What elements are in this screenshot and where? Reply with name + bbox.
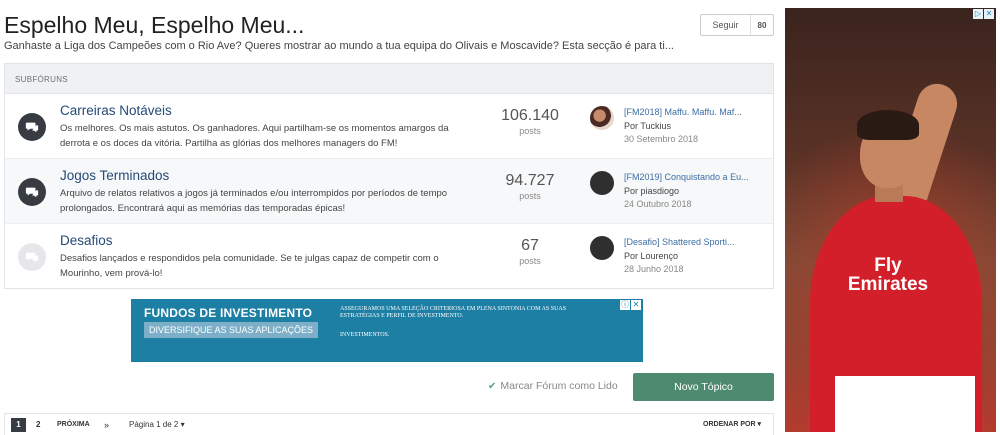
last-page-button[interactable]: »	[104, 418, 109, 432]
ad-info-icon[interactable]: ▷	[973, 9, 983, 19]
player-hair	[857, 110, 919, 140]
ad-text-secondary: INVESTIMENTOS.	[340, 332, 390, 338]
post-count: 106.140 posts	[480, 107, 580, 136]
jersey-sponsor: Fly Emirates	[847, 255, 929, 295]
subforum-row: Desafios Desafios lançados e respondidos…	[5, 224, 773, 289]
ad-choices[interactable]: ⓘ ✕	[620, 300, 641, 310]
last-post: [FM2018] Maffu. Maffu. Maf... Por Tuckiu…	[624, 106, 764, 147]
last-post: [FM2019] Conquistando a Eu... Por piasdi…	[624, 171, 764, 212]
mark-read-label: Marcar Fórum como Lido	[500, 380, 618, 392]
follow-label: Seguir	[701, 15, 751, 35]
last-post-title[interactable]: [FM2019] Conquistando a Eu...	[624, 171, 764, 185]
next-page-button[interactable]: PRÓXIMA	[57, 418, 90, 432]
ad-info-icon[interactable]: ⓘ	[620, 300, 630, 310]
sidebar-ad[interactable]: Fly Emirates ▷ ✕	[785, 8, 996, 432]
subforum-description: Os melhores. Os mais astutos. Os ganhado…	[60, 123, 449, 149]
ad-title: FUNDOS DE INVESTIMENTO	[144, 306, 313, 320]
chat-bubble-icon[interactable]	[18, 113, 46, 141]
post-count-number: 94.727	[505, 172, 555, 189]
post-count-unit: posts	[519, 256, 541, 266]
subforum-description: Arquivo de relatos relativos a jogos já …	[60, 188, 448, 214]
avatar[interactable]	[590, 106, 614, 130]
last-post-author[interactable]: Por piasdiogo	[624, 185, 764, 199]
page-title: Espelho Meu, Espelho Meu...	[4, 12, 305, 38]
close-icon[interactable]: ✕	[631, 300, 641, 310]
mark-forum-read-link[interactable]: ✔ Marcar Fórum como Lido	[488, 380, 618, 392]
subforum-row: Jogos Terminados Arquivo de relatos rela…	[5, 159, 773, 224]
follow-count: 80	[757, 20, 767, 30]
last-post-title[interactable]: [Desafio] Shattered Sporti...	[624, 236, 764, 250]
subforum-list: SUBFÓRUNS Carreiras Notáveis Os melhores…	[4, 63, 774, 289]
last-post-author[interactable]: Por Lourenço	[624, 250, 764, 264]
last-post-author[interactable]: Por Tuckius	[624, 120, 764, 134]
ad-text: ASSEGURAMOS UMA SELEÇÃO CRITERIOSA EM PL…	[340, 306, 567, 319]
last-post-date: 28 Junho 2018	[624, 264, 684, 274]
player-shorts	[835, 376, 975, 432]
post-count: 67 posts	[480, 237, 580, 266]
pagination: 1 2 PRÓXIMA » Página 1 de 2 ▾ ORDENAR PO…	[4, 413, 774, 435]
post-count-number: 67	[521, 237, 539, 254]
last-post-date: 30 Setembro 2018	[624, 134, 699, 144]
investment-ad-banner[interactable]: FUNDOS DE INVESTIMENTO DIVERSIFIQUE AS S…	[131, 299, 643, 362]
subforum-heading: SUBFÓRUNS	[5, 64, 773, 94]
page-description: Ganhaste a Liga dos Campeões com o Rio A…	[4, 40, 674, 52]
subforum-title[interactable]: Jogos Terminados	[60, 168, 169, 183]
ad-choices[interactable]: ▷ ✕	[973, 9, 994, 19]
check-icon: ✔	[488, 380, 497, 392]
post-count-unit: posts	[519, 191, 541, 201]
last-post-date: 24 Outubro 2018	[624, 199, 692, 209]
follow-button[interactable]: Seguir 80	[700, 14, 774, 36]
page-2-button[interactable]: 2	[36, 418, 40, 432]
page-1-button[interactable]: 1	[11, 418, 26, 432]
subforum-title[interactable]: Desafios	[60, 233, 113, 248]
post-count-unit: posts	[519, 126, 541, 136]
post-count-number: 106.140	[501, 107, 559, 124]
post-count: 94.727 posts	[480, 172, 580, 201]
subforum-title[interactable]: Carreiras Notáveis	[60, 103, 172, 118]
ad-subtitle: DIVERSIFIQUE AS SUAS APLICAÇÕES	[144, 322, 319, 338]
last-post-title[interactable]: [FM2018] Maffu. Maffu. Maf...	[624, 106, 764, 120]
chat-bubble-icon[interactable]	[18, 243, 46, 271]
last-post: [Desafio] Shattered Sporti... Por Louren…	[624, 236, 764, 277]
subforum-row: Carreiras Notáveis Os melhores. Os mais …	[5, 94, 773, 159]
sort-by-dropdown[interactable]: ORDENAR POR ▾	[703, 418, 761, 432]
avatar[interactable]	[590, 236, 614, 260]
page-jump-dropdown[interactable]: Página 1 de 2 ▾	[129, 418, 185, 432]
subforum-description: Desafios lançados e respondidos pela com…	[60, 253, 439, 279]
close-icon[interactable]: ✕	[984, 9, 994, 19]
chat-bubble-icon[interactable]	[18, 178, 46, 206]
avatar[interactable]	[590, 171, 614, 195]
new-topic-button[interactable]: Novo Tópico	[633, 373, 774, 401]
